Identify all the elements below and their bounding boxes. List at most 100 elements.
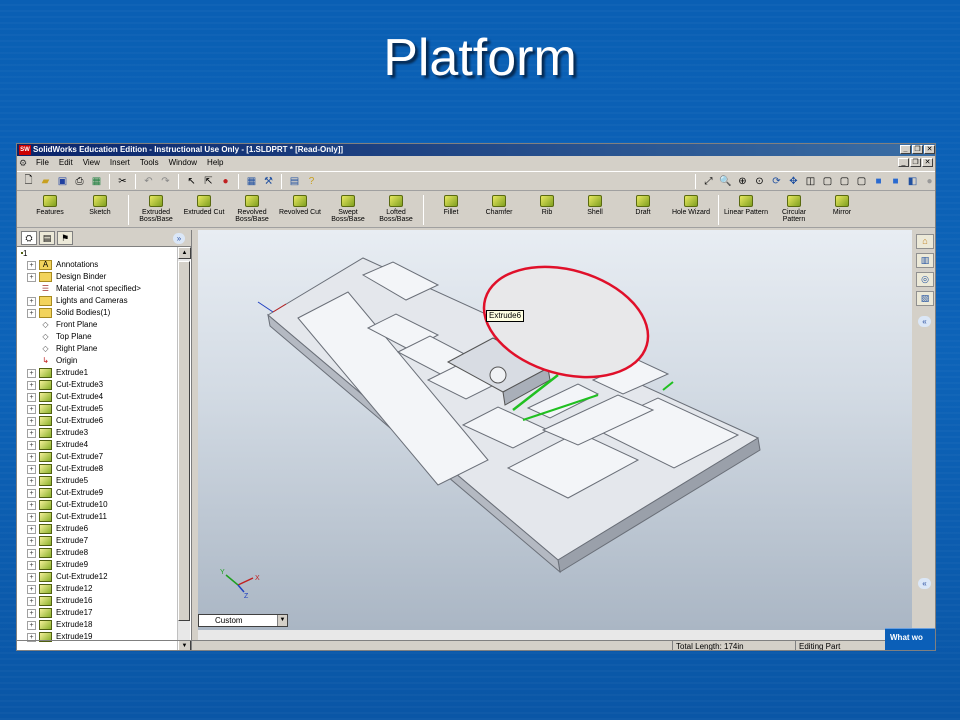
tree-item[interactable]: + Extrude9 [17, 559, 177, 571]
expand-toggle[interactable]: + [27, 560, 36, 570]
tree-item[interactable]: + Extrude1 [17, 367, 177, 379]
command-extrude-boss[interactable]: Extruded Boss/Base [132, 193, 180, 227]
tree-item[interactable]: + Lights and Cameras [17, 295, 177, 307]
save-icon[interactable]: ▣ [55, 174, 70, 189]
tree-item[interactable]: + Extrude5 [17, 475, 177, 487]
expand-toggle[interactable]: + [27, 536, 36, 546]
tree-item[interactable]: + Extrude16 [17, 595, 177, 607]
view-orientation-icon[interactable]: ◫ [803, 174, 818, 189]
help-panel[interactable]: What wo [885, 628, 935, 650]
tree-scrollbar[interactable]: ▲ ▼ [177, 247, 191, 650]
traffic-light-icon[interactable]: ● [218, 174, 233, 189]
viewport-hscrollbar[interactable] [198, 630, 912, 640]
tree-item[interactable]: + Cut-Extrude9 [17, 487, 177, 499]
expand-toggle[interactable]: + [27, 572, 36, 582]
platform-model[interactable]: X Y Z [198, 230, 912, 630]
view-palette-icon[interactable]: ▧ [916, 291, 934, 306]
command-swept-boss[interactable]: Swept Boss/Base [324, 193, 372, 227]
expand-pane-icon[interactable]: » [173, 233, 185, 244]
expand-toggle[interactable]: + [27, 452, 36, 462]
view-combo[interactable]: Custom ▼ [198, 614, 288, 627]
tree-item[interactable]: + Cut-Extrude6 [17, 415, 177, 427]
hidden-removed-icon[interactable]: ▢ [854, 174, 869, 189]
expand-toggle[interactable]: + [27, 368, 36, 378]
collapse-taskpane-icon[interactable]: « [918, 316, 931, 327]
command-circular-pattern[interactable]: Circular Pattern [770, 193, 818, 227]
tree-item[interactable]: ↳ Origin [17, 355, 177, 367]
tree-item[interactable]: + Extrude8 [17, 547, 177, 559]
command-sketch[interactable]: Sketch [75, 193, 125, 227]
expand-toggle[interactable]: + [27, 620, 36, 630]
tree-item[interactable]: + Design Binder [17, 271, 177, 283]
expand-toggle[interactable]: + [27, 440, 36, 450]
design-library-icon[interactable]: ▥ [916, 253, 934, 268]
expand-toggle[interactable]: + [27, 548, 36, 558]
tree-item[interactable]: + Extrude12 [17, 583, 177, 595]
tree-item[interactable]: + Cut-Extrude12 [17, 571, 177, 583]
section-view-icon[interactable]: ◧ [905, 174, 920, 189]
expand-toggle[interactable]: + [27, 392, 36, 402]
menu-window[interactable]: Window [164, 156, 202, 169]
expand-toggle[interactable]: + [27, 404, 36, 414]
close-button[interactable]: ✕ [924, 145, 935, 154]
wireframe-icon[interactable]: ▢ [820, 174, 835, 189]
command-mirror[interactable]: Mirror [818, 193, 866, 227]
command-hole-wizard[interactable]: Hole Wizard [667, 193, 715, 227]
feature-tree-tab[interactable]: ⛭ [21, 231, 37, 245]
select-filter-icon[interactable]: ⇱ [201, 174, 216, 189]
home-icon[interactable]: ⌂ [916, 234, 934, 249]
layers-icon[interactable]: ▤ [287, 174, 302, 189]
minimize-button[interactable]: _ [900, 145, 911, 154]
menu-insert[interactable]: Insert [105, 156, 135, 169]
zoom-inout-icon[interactable]: ⊕ [735, 174, 750, 189]
tree-item[interactable]: + Cut-Extrude11 [17, 511, 177, 523]
rotate-icon[interactable]: ⟳ [769, 174, 784, 189]
zoom-fit-icon[interactable]: ⤢ [701, 174, 716, 189]
tree-item[interactable]: + Cut-Extrude7 [17, 451, 177, 463]
expand-toggle[interactable]: + [27, 476, 36, 486]
shaded-edges-icon[interactable]: ■ [871, 174, 886, 189]
zoom-selection-icon[interactable]: ⊙ [752, 174, 767, 189]
tree-item[interactable]: ☰ Material <not specified> [17, 283, 177, 295]
zoom-area-icon[interactable]: 🔍 [718, 174, 733, 189]
restore-button[interactable]: ❐ [912, 145, 923, 154]
tree-item[interactable]: + Cut-Extrude5 [17, 403, 177, 415]
command-loft-boss[interactable]: Lofted Boss/Base [372, 193, 420, 227]
command-fillet[interactable]: Fillet [427, 193, 475, 227]
cut-icon[interactable]: ✂ [115, 174, 130, 189]
tree-item[interactable]: + Cut-Extrude3 [17, 379, 177, 391]
pan-icon[interactable]: ✥ [786, 174, 801, 189]
expand-toggle[interactable]: + [27, 260, 36, 270]
graphics-area[interactable]: X Y Z Extrude6 [198, 230, 912, 630]
menu-view[interactable]: View [78, 156, 105, 169]
tree-item[interactable]: + Extrude7 [17, 535, 177, 547]
gear-icon[interactable]: ⚙ [19, 158, 31, 168]
tree-item[interactable]: + A Annotations [17, 259, 177, 271]
scroll-up-button[interactable]: ▲ [178, 247, 191, 259]
menu-file[interactable]: File [31, 156, 54, 169]
new-icon[interactable]: 🗋 [21, 174, 36, 189]
grid-icon[interactable]: ▦ [244, 174, 259, 189]
configuration-tab[interactable]: ⚑ [57, 231, 73, 245]
expand-toggle[interactable]: + [27, 416, 36, 426]
realview-icon[interactable]: ● [922, 174, 935, 189]
collapse-taskpane-icon[interactable]: « [918, 578, 931, 589]
tree-item[interactable]: + Cut-Extrude8 [17, 463, 177, 475]
tree-item[interactable]: + Extrude3 [17, 427, 177, 439]
expand-toggle[interactable]: + [27, 500, 36, 510]
expand-toggle[interactable]: + [27, 584, 36, 594]
undo-icon[interactable]: ↶ [141, 174, 156, 189]
chevron-down-icon[interactable]: ▼ [277, 615, 287, 626]
doc-close-button[interactable]: ✕ [922, 158, 933, 167]
select-icon[interactable]: ↖ [184, 174, 199, 189]
expand-toggle[interactable]: + [27, 608, 36, 618]
print-preview-icon[interactable]: ▦ [89, 174, 104, 189]
expand-toggle[interactable]: + [27, 380, 36, 390]
options-icon[interactable]: ⚒ [261, 174, 276, 189]
menu-tools[interactable]: Tools [135, 156, 164, 169]
tree-item[interactable]: ◇ Front Plane [17, 319, 177, 331]
command-extrude-cut[interactable]: Extruded Cut [180, 193, 228, 227]
doc-minimize-button[interactable]: _ [898, 158, 909, 167]
expand-toggle[interactable]: + [27, 296, 36, 306]
command-chamfer[interactable]: Chamfer [475, 193, 523, 227]
